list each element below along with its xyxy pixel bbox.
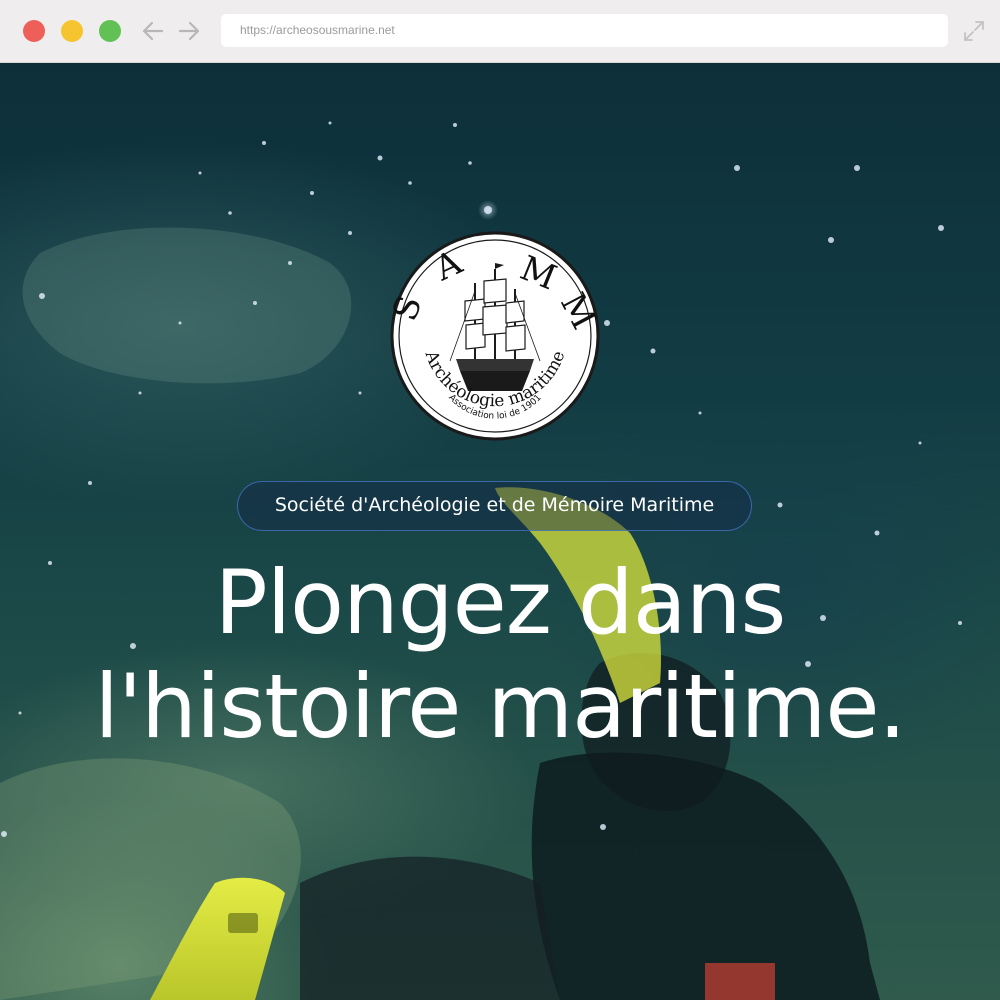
url-text: https://archeosousmarine.net <box>240 23 395 37</box>
hero-title-line-1: Plongez dans <box>214 551 787 654</box>
hero-title-line-2: l'histoire maritime. <box>94 655 907 758</box>
back-arrow-icon[interactable] <box>140 18 166 44</box>
browser-toolbar: https://archeosousmarine.net <box>0 0 1000 63</box>
maximize-window-button[interactable] <box>99 20 121 42</box>
hero-title: Plongez dans l'histoire maritime. <box>0 551 1000 759</box>
forward-arrow-icon[interactable] <box>176 18 202 44</box>
underwater-background-image <box>0 121 962 1000</box>
close-window-button[interactable] <box>23 20 45 42</box>
minimize-window-button[interactable] <box>61 20 83 42</box>
expand-icon[interactable] <box>962 19 986 43</box>
address-bar[interactable]: https://archeosousmarine.net <box>221 14 948 47</box>
hero-section: S A M M Archéologie maritime Association… <box>0 63 1000 1000</box>
samm-logo[interactable]: S A M M Archéologie maritime Association… <box>390 231 600 441</box>
tagline-text: Société d'Archéologie et de Mémoire Mari… <box>274 494 715 516</box>
tagline-badge: Société d'Archéologie et de Mémoire Mari… <box>237 481 752 531</box>
